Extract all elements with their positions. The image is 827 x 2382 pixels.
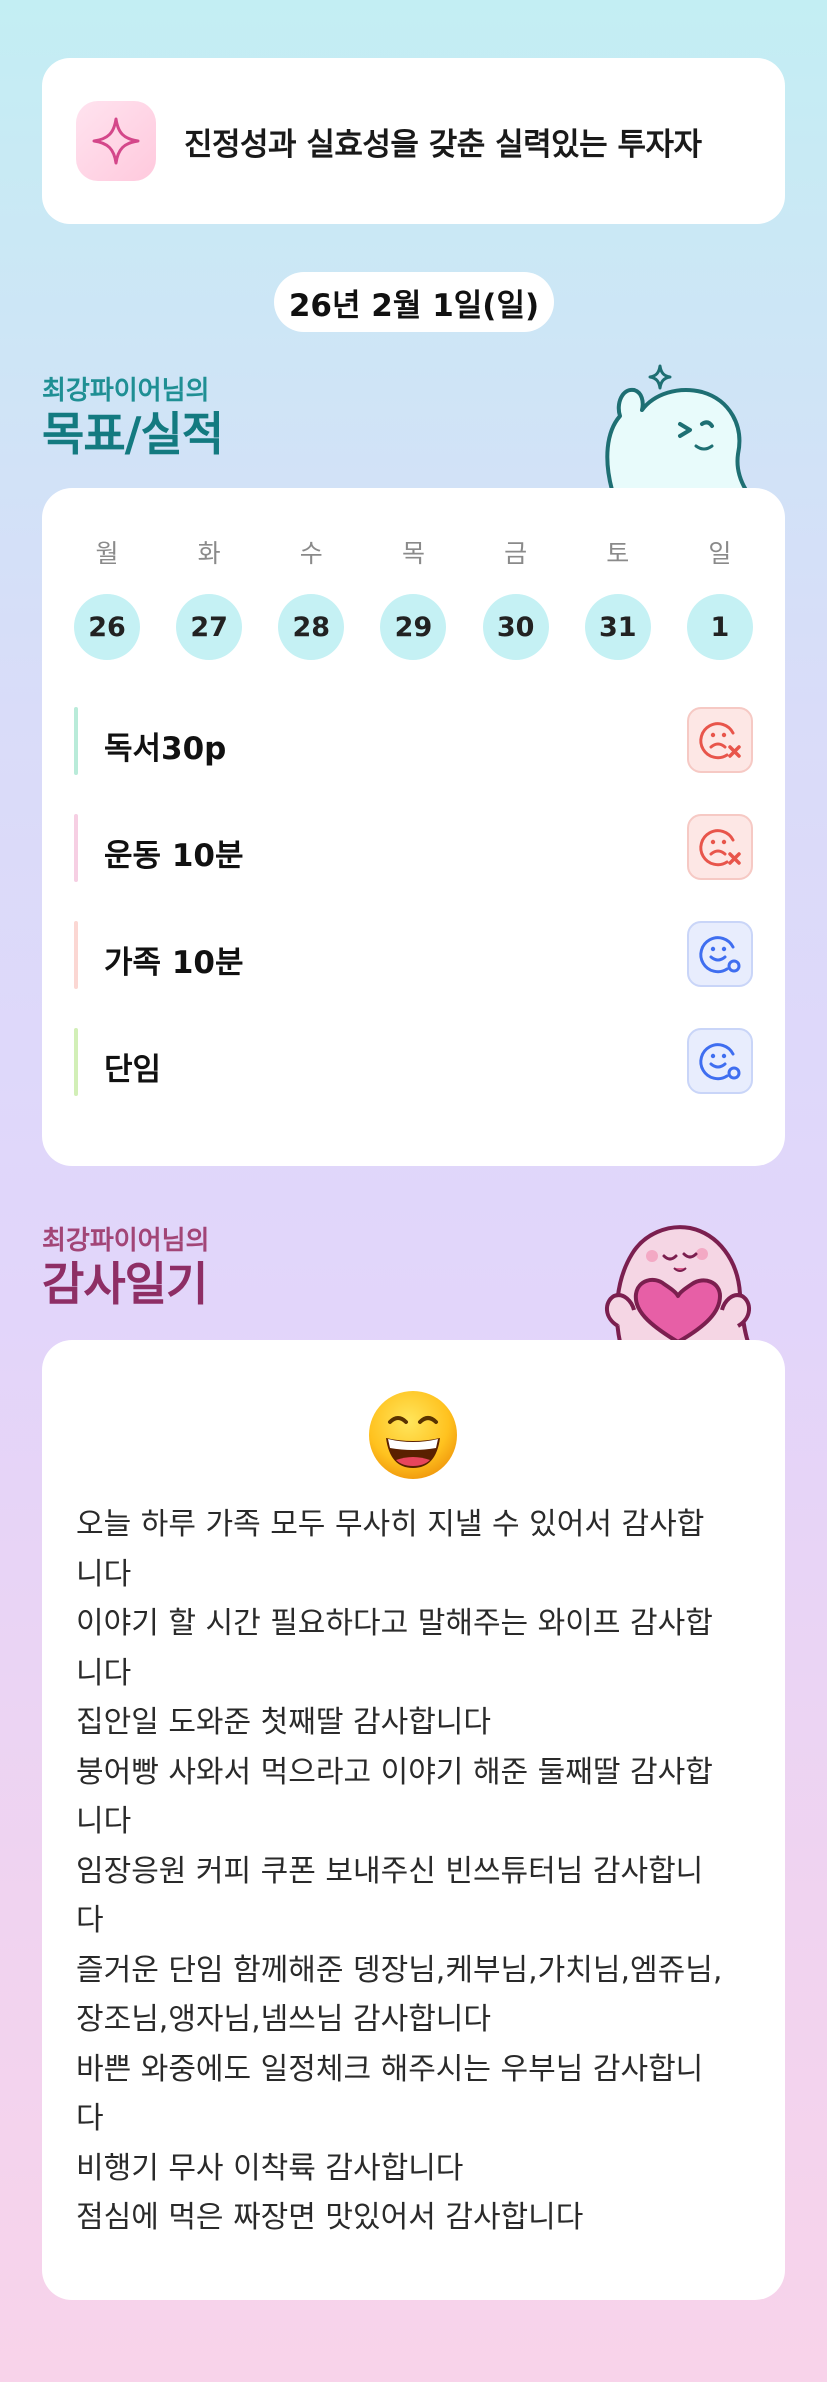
weekday-label: 목 xyxy=(401,539,425,568)
weekday-row: 월 화 수 목 금 토 일 xyxy=(74,534,753,570)
goal-failed-button[interactable] xyxy=(687,707,753,773)
goal-row: 운동 10분 xyxy=(74,814,753,882)
goals-section-title: 목표/실적 xyxy=(42,407,224,461)
smile-face-check-icon xyxy=(699,1043,741,1081)
goal-failed-button[interactable] xyxy=(687,814,753,880)
goal-done-button[interactable] xyxy=(687,1028,753,1094)
date-button[interactable]: 26 xyxy=(74,594,140,660)
goal-label: 단임 xyxy=(104,1052,162,1088)
heart-mascot-icon xyxy=(605,1225,751,1342)
diary-text: 오늘 하루 가족 모두 무사히 지낼 수 있어서 감사합 니다 이야기 할 시간… xyxy=(76,1500,766,2243)
goal-color-bar xyxy=(74,1028,78,1096)
goal-color-bar xyxy=(74,921,78,989)
weekday-label: 월 xyxy=(95,539,119,568)
goal-label: 가족 10분 xyxy=(104,945,244,981)
diary-line: 임장응원 커피 쿠폰 보내주신 빈쓰튜터님 감사합니 xyxy=(76,1853,704,1889)
date-row: 26 27 28 29 30 31 1 xyxy=(74,594,753,660)
diary-section-title: 감사일기 xyxy=(42,1257,208,1311)
date-button[interactable]: 28 xyxy=(278,594,345,660)
date-button[interactable]: 30 xyxy=(482,594,549,660)
diary-line: 니다 xyxy=(76,1655,132,1691)
diary-line: 니다 xyxy=(76,1804,132,1839)
diary-line: 점심에 먹은 짜장면 맛있어서 감사합니다 xyxy=(76,2200,584,2235)
diary-line: 이야기 할 시간 필요하다고 말해주는 와이프 감사합 xyxy=(76,1606,713,1641)
diary-line: 바쁜 와중에도 일정체크 해주시는 우부님 감사합니 xyxy=(76,2051,704,2087)
diary-line: 붕어빵 사와서 먹으라고 이야기 해준 둘째딸 감사합 xyxy=(76,1754,713,1790)
date-button[interactable]: 1 xyxy=(686,594,753,660)
goal-row: 독서30p xyxy=(74,707,753,775)
weekday-label: 일 xyxy=(708,539,732,568)
goal-row: 단임 xyxy=(74,1028,753,1096)
goal-label: 운동 10분 xyxy=(104,838,244,874)
date-button[interactable]: 27 xyxy=(176,594,243,660)
date-button[interactable]: 31 xyxy=(584,594,651,660)
gratitude-diary-card: 오늘 하루 가족 모두 무사히 지낼 수 있어서 감사합 니다 이야기 할 시간… xyxy=(42,1340,785,2300)
weekday-label: 토 xyxy=(606,539,630,568)
grinning-face-icon xyxy=(369,1391,457,1479)
date-button[interactable]: 29 xyxy=(380,594,447,660)
sad-face-x-icon xyxy=(699,829,741,867)
weekday-label: 금 xyxy=(504,539,528,568)
diary-line: 집안일 도와준 첫째딸 감사합니다 xyxy=(76,1705,492,1740)
motto-text: 진정성과 실효성을 갖춘 실력있는 투자자 xyxy=(184,126,702,163)
sparkle-icon xyxy=(76,101,156,181)
smile-face-check-icon xyxy=(699,936,741,974)
diary-line: 다 xyxy=(76,2101,104,2136)
goal-color-bar xyxy=(74,814,78,882)
diary-line: 즐거운 단임 함께해준 뎅장님,케부님,가치님,엠쥬님, xyxy=(76,1952,723,1988)
diary-line: 비행기 무사 이착륙 감사합니다 xyxy=(76,2150,464,2186)
goal-label: 독서30p xyxy=(104,731,227,767)
waving-mascot-icon xyxy=(605,364,748,490)
diary-line: 장조님,앵자님,넴쓰님 감사합니다 xyxy=(76,2002,492,2037)
motto-card: 진정성과 실효성을 갖춘 실력있는 투자자 xyxy=(42,58,785,224)
weekday-label: 화 xyxy=(197,539,221,568)
diary-line: 니다 xyxy=(76,1556,132,1592)
goal-row: 가족 10분 xyxy=(74,921,753,989)
goal-done-button[interactable] xyxy=(687,921,753,987)
weekday-label: 수 xyxy=(299,539,323,568)
goal-color-bar xyxy=(74,707,78,775)
goals-card: 월 화 수 목 금 토 일 26 27 28 29 30 31 1 독서30p xyxy=(42,488,785,1166)
diary-line: 다 xyxy=(76,1903,104,1938)
date-pill[interactable]: 26년 2월 1일(일) xyxy=(274,272,554,332)
sad-face-x-icon xyxy=(699,722,741,760)
diary-line: 오늘 하루 가족 모두 무사히 지낼 수 있어서 감사합 xyxy=(76,1507,705,1542)
